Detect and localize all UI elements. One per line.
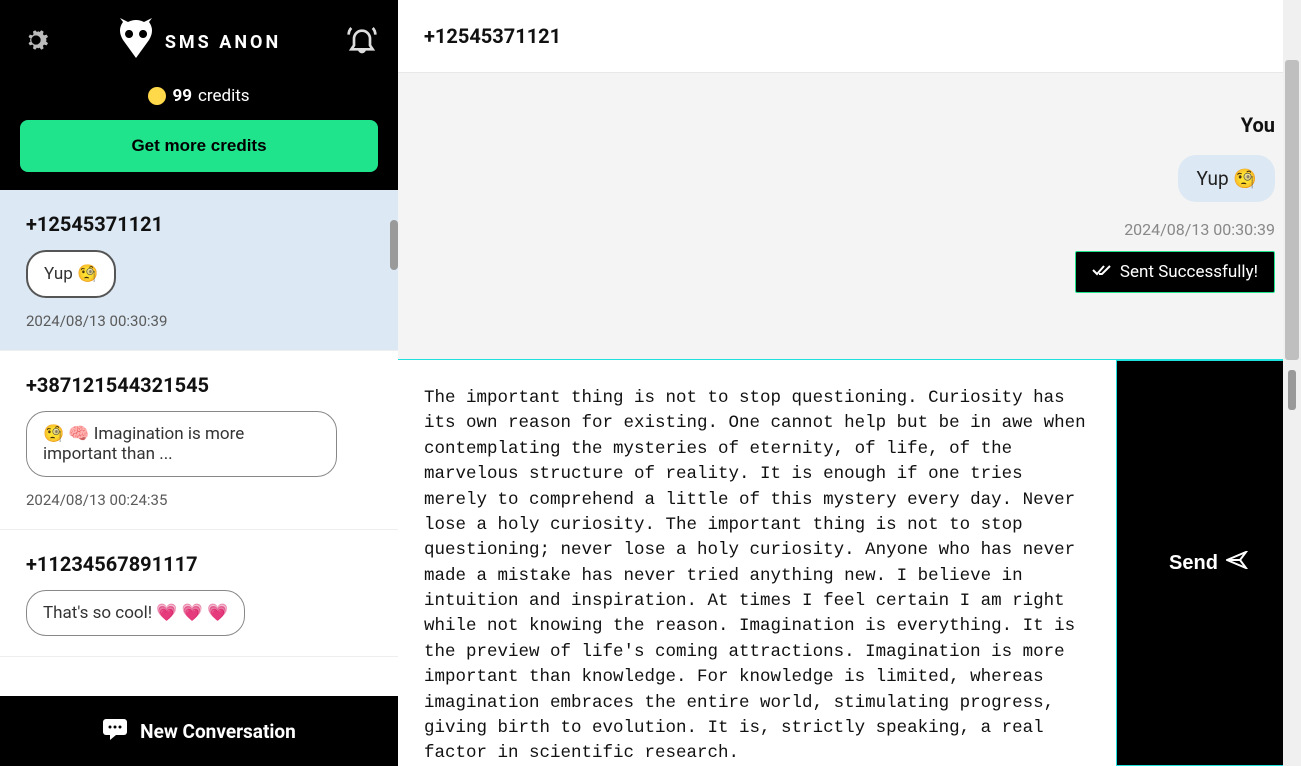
conversation-item[interactable]: +12545371121 Yup 🧐 2024/08/13 00:30:39 xyxy=(0,190,398,351)
status-text: Sent Successfully! xyxy=(1120,262,1258,282)
message-sender: You xyxy=(1241,113,1275,137)
conversation-preview: That's so cool! 💗 💗 💗 xyxy=(26,590,245,636)
chat-header: +12545371121 xyxy=(398,0,1301,73)
compose-input[interactable] xyxy=(398,360,1116,766)
page-scrollbar-handle[interactable] xyxy=(1288,370,1296,410)
conversation-item[interactable]: +387121544321545 🧐 🧠 Imagination is more … xyxy=(0,351,398,530)
conversation-preview: Yup 🧐 xyxy=(26,250,116,298)
send-button[interactable]: Send xyxy=(1116,360,1301,766)
conversation-number: +12545371121 xyxy=(26,212,372,236)
message-block: You Yup 🧐 2024/08/13 00:30:39 Sent Succe… xyxy=(424,113,1275,293)
page-scrollbar[interactable] xyxy=(1283,0,1301,766)
chat-icon xyxy=(102,718,128,744)
conversation-preview: 🧐 🧠 Imagination is more important than .… xyxy=(26,411,337,477)
send-icon xyxy=(1226,551,1248,575)
owl-icon xyxy=(117,18,155,66)
coin-icon xyxy=(148,87,166,105)
messages-area[interactable]: You Yup 🧐 2024/08/13 00:30:39 Sent Succe… xyxy=(398,73,1301,359)
credits-amount: 99 xyxy=(172,86,192,106)
main-panel: +12545371121 You Yup 🧐 2024/08/13 00:30:… xyxy=(398,0,1301,766)
new-conversation-button[interactable]: New Conversation xyxy=(0,696,398,766)
page-scrollbar-thumb[interactable] xyxy=(1285,60,1299,360)
compose-row: Send xyxy=(398,359,1301,766)
new-conversation-label: New Conversation xyxy=(140,720,296,743)
conversation-number: +387121544321545 xyxy=(26,373,372,397)
status-badge: Sent Successfully! xyxy=(1075,251,1275,293)
conversation-time: 2024/08/13 00:24:35 xyxy=(26,491,372,509)
credits-display: 99 credits xyxy=(0,76,398,106)
brand: SMS ANON xyxy=(117,18,281,66)
send-label: Send xyxy=(1169,552,1218,575)
gear-icon[interactable] xyxy=(20,24,52,60)
credits-label: credits xyxy=(198,86,250,106)
conversation-time: 2024/08/13 00:30:39 xyxy=(26,312,372,330)
message-timestamp: 2024/08/13 00:30:39 xyxy=(1124,220,1275,239)
sidebar: SMS ANON 99 credits Get more credits +12… xyxy=(0,0,398,766)
sidebar-header: SMS ANON xyxy=(0,0,398,76)
sidebar-scrollbar-thumb[interactable] xyxy=(390,220,398,270)
conversation-item[interactable]: +11234567891117 That's so cool! 💗 💗 💗 xyxy=(0,530,398,657)
get-credits-button[interactable]: Get more credits xyxy=(20,120,378,172)
bell-icon[interactable] xyxy=(346,24,378,60)
conversation-number: +11234567891117 xyxy=(26,552,372,576)
check-icon xyxy=(1092,262,1112,282)
message-bubble: Yup 🧐 xyxy=(1178,155,1275,202)
conversation-list[interactable]: +12545371121 Yup 🧐 2024/08/13 00:30:39 +387… xyxy=(0,190,398,696)
brand-text: SMS ANON xyxy=(165,32,281,53)
